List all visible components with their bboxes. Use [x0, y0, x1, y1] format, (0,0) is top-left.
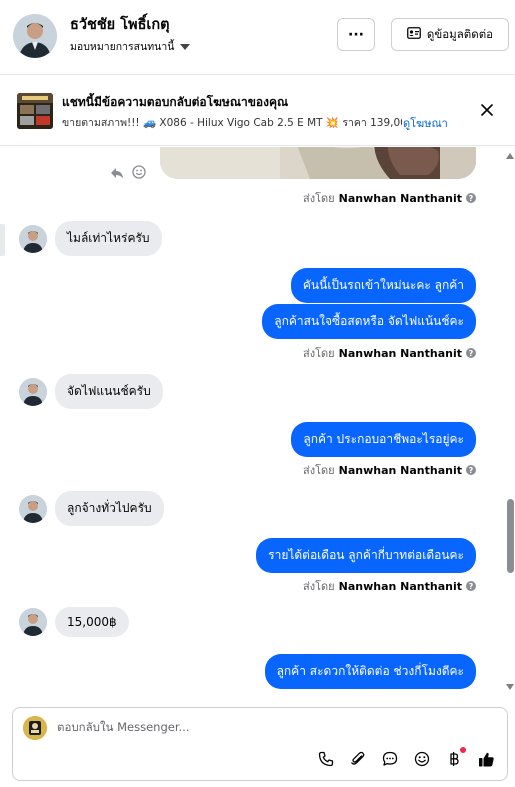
- message-actions: [110, 164, 146, 183]
- reply-icon[interactable]: [110, 164, 124, 183]
- view-contact-button[interactable]: ดูข้อมูลติดต่อ: [391, 18, 509, 51]
- scrollbar-thumb[interactable]: [507, 499, 514, 573]
- sent-by-prefix: ส่งโดย: [303, 347, 335, 360]
- contact-avatar[interactable]: [13, 14, 57, 58]
- incoming-message: ไมล์เท่าไหร่ครับ: [19, 221, 162, 256]
- incoming-bubble[interactable]: ไมล์เท่าไหร่ครับ: [55, 221, 162, 256]
- ad-banner-subtitle: ขายตามสภาพ!!! 🚙 X086 - Hilux Vigo Cab 2.…: [62, 117, 402, 129]
- view-contact-label: ดูข้อมูลติดต่อ: [426, 26, 494, 41]
- chevron-down-icon: [180, 43, 191, 50]
- assign-conversation-dropdown[interactable]: มอบหมายการสนทนานี้: [70, 38, 191, 55]
- sent-by-label: ส่งโดย Nanwhan Nanthanit ?: [303, 461, 476, 479]
- contact-name[interactable]: ธวัชชัย โพธิ์เกตุ: [70, 13, 170, 36]
- side-panel-handle[interactable]: [0, 224, 5, 256]
- contact-card-icon: [407, 27, 421, 42]
- page-avatar: [23, 716, 47, 740]
- paperclip-icon[interactable]: [349, 750, 367, 768]
- baht-icon[interactable]: [445, 747, 466, 768]
- sender-name: Nanwhan Nanthanit: [338, 346, 462, 360]
- incoming-bubble[interactable]: จัดไฟแนนช์ครับ: [55, 374, 163, 409]
- incoming-message: ลูกจ้างทั่วไปครับ: [19, 491, 164, 526]
- reply-input[interactable]: [57, 720, 487, 734]
- sender-name: Nanwhan Nanthanit: [338, 191, 462, 205]
- sent-by-prefix: ส่งโดย: [303, 192, 335, 205]
- outgoing-bubble[interactable]: รายได้ต่อเดือน ลูกค้ากี่บาทต่อเดือนคะ: [256, 538, 476, 573]
- close-icon[interactable]: [478, 101, 496, 119]
- sent-by-prefix: ส่งโดย: [303, 580, 335, 593]
- info-icon[interactable]: ?: [466, 348, 476, 358]
- contact-avatar-small: [19, 494, 47, 523]
- contact-avatar-small: [19, 224, 47, 253]
- message-thread[interactable]: ส่งโดย Nanwhan Nanthanit ? ไมล์เท่าไหร่ค…: [0, 147, 515, 697]
- ad-reply-banner: แชทนี้มีข้อความตอบกลับต่อโฆษณาของคุณ ขาย…: [0, 76, 515, 146]
- scroll-down-arrow-icon[interactable]: [506, 684, 514, 690]
- sent-by-label: ส่งโดย Nanwhan Nanthanit ?: [303, 577, 476, 595]
- more-icon: ···: [348, 26, 364, 43]
- notification-dot: [460, 747, 466, 753]
- composer-toolbar: [317, 747, 495, 768]
- sent-by-label: ส่งโดย Nanwhan Nanthanit ?: [303, 189, 476, 207]
- conversation-header: ธวัชชัย โพธิ์เกตุ มอบหมายการสนทนานี้ ···…: [0, 0, 515, 75]
- info-icon[interactable]: ?: [466, 581, 476, 591]
- photo-message[interactable]: [160, 147, 476, 179]
- view-ad-link[interactable]: ดูโฆษณา: [403, 114, 448, 132]
- sender-name: Nanwhan Nanthanit: [338, 579, 462, 593]
- emoji-icon[interactable]: [413, 750, 431, 768]
- outgoing-bubble[interactable]: ลูกค้าสนใจซื้อสดหรือ จัดไฟแน้นช์คะ: [262, 304, 476, 339]
- ad-thumbnail: [17, 93, 53, 129]
- ad-banner-title: แชทนี้มีข้อความตอบกลับต่อโฆษณาของคุณ: [62, 95, 289, 109]
- outgoing-bubble[interactable]: ลูกค้า สะดวกให้ติดต่อ ช่วงกี่โมงดีคะ: [264, 654, 476, 689]
- contact-avatar-small: [19, 377, 47, 406]
- smiley-icon[interactable]: [132, 164, 146, 183]
- incoming-bubble[interactable]: 15,000฿: [55, 607, 129, 637]
- message-composer: [12, 707, 508, 781]
- info-icon[interactable]: ?: [466, 193, 476, 203]
- phone-icon[interactable]: [317, 750, 335, 768]
- contact-avatar-small: [19, 608, 47, 636]
- incoming-message: 15,000฿: [19, 607, 129, 637]
- more-options-button[interactable]: ···: [337, 18, 375, 51]
- scroll-up-arrow-icon[interactable]: [506, 153, 514, 159]
- sender-name: Nanwhan Nanthanit: [338, 463, 462, 477]
- info-icon[interactable]: ?: [466, 465, 476, 475]
- sent-by-prefix: ส่งโดย: [303, 464, 335, 477]
- sent-by-label: ส่งโดย Nanwhan Nanthanit ?: [303, 344, 476, 362]
- chat-bubble-icon[interactable]: [381, 750, 399, 768]
- outgoing-bubble[interactable]: ลูกค้า ประกอบอาชีพอะไรอยู่คะ: [291, 422, 476, 457]
- assign-label: มอบหมายการสนทนานี้: [70, 41, 175, 53]
- thumbs-up-icon[interactable]: [477, 750, 495, 768]
- outgoing-bubble[interactable]: คันนี้เป็นรถเข้าใหม่นะคะ ลูกค้า: [290, 268, 476, 303]
- incoming-message: จัดไฟแนนช์ครับ: [19, 374, 163, 409]
- incoming-bubble[interactable]: ลูกจ้างทั่วไปครับ: [55, 491, 164, 526]
